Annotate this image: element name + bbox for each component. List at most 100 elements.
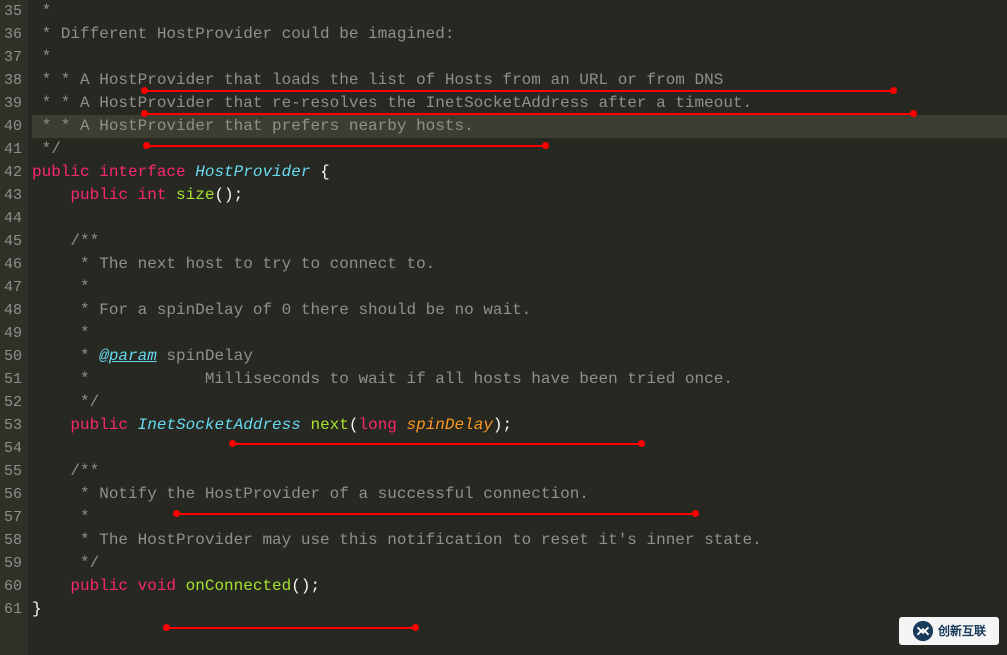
line-number: 44	[0, 207, 22, 230]
code-line[interactable]: /**	[32, 230, 1007, 253]
code-line[interactable]	[32, 207, 1007, 230]
token	[186, 163, 196, 181]
code-line[interactable]: */	[32, 138, 1007, 161]
token: interface	[99, 163, 185, 181]
line-number: 55	[0, 460, 22, 483]
code-line[interactable]: public InetSocketAddress next(long spinD…	[32, 414, 1007, 437]
line-number: 35	[0, 0, 22, 23]
code-line[interactable]: * * A HostProvider that prefers nearby h…	[32, 115, 1007, 138]
token	[32, 416, 70, 434]
annotation-underline	[166, 627, 416, 629]
token: *	[32, 2, 51, 20]
code-line[interactable]: * * A HostProvider that loads the list o…	[32, 69, 1007, 92]
token	[128, 577, 138, 595]
line-number: 45	[0, 230, 22, 253]
token: public	[70, 577, 128, 595]
code-line[interactable]: * The HostProvider may use this notifica…	[32, 529, 1007, 552]
token: }	[32, 600, 42, 618]
code-line[interactable]: * Different HostProvider could be imagin…	[32, 23, 1007, 46]
token: * Notify the HostProvider of a successfu…	[32, 485, 589, 503]
watermark-text: 创新互联	[938, 620, 986, 643]
token: spinDelay	[407, 416, 493, 434]
token: InetSocketAddress	[138, 416, 301, 434]
token: ();	[214, 186, 243, 204]
code-editor[interactable]: 3536373839404142434445464748495051525354…	[0, 0, 1007, 655]
token: * * A HostProvider that prefers nearby h…	[32, 117, 474, 135]
token: /**	[32, 462, 99, 480]
code-line[interactable]: */	[32, 552, 1007, 575]
code-line[interactable]: public void onConnected();	[32, 575, 1007, 598]
token	[176, 577, 186, 595]
token: *	[32, 324, 90, 342]
code-line[interactable]: *	[32, 276, 1007, 299]
line-number: 42	[0, 161, 22, 184]
token: public	[32, 163, 90, 181]
line-number: 43	[0, 184, 22, 207]
code-line[interactable]: public int size();	[32, 184, 1007, 207]
token	[397, 416, 407, 434]
token: *	[32, 48, 51, 66]
code-line[interactable]: *	[32, 322, 1007, 345]
code-line[interactable]: /**	[32, 460, 1007, 483]
token: * Milliseconds to wait if all hosts have…	[32, 370, 733, 388]
token: void	[138, 577, 176, 595]
annotation-underline	[176, 513, 696, 515]
line-number: 54	[0, 437, 22, 460]
token: {	[310, 163, 329, 181]
code-line[interactable]: * Notify the HostProvider of a successfu…	[32, 483, 1007, 506]
token: */	[32, 393, 99, 411]
line-number: 39	[0, 92, 22, 115]
token: public	[70, 416, 128, 434]
token: int	[138, 186, 167, 204]
code-line[interactable]: public interface HostProvider {	[32, 161, 1007, 184]
token: * Different HostProvider could be imagin…	[32, 25, 454, 43]
token	[90, 163, 100, 181]
logo-icon	[912, 620, 934, 642]
line-number: 46	[0, 253, 22, 276]
token: HostProvider	[195, 163, 310, 181]
line-number: 38	[0, 69, 22, 92]
code-line[interactable]: *	[32, 506, 1007, 529]
watermark-logo: 创新互联	[899, 617, 999, 645]
token: public	[70, 186, 128, 204]
line-number: 53	[0, 414, 22, 437]
line-number: 61	[0, 598, 22, 621]
code-line[interactable]: *	[32, 46, 1007, 69]
code-line[interactable]: }	[32, 598, 1007, 621]
line-number: 37	[0, 46, 22, 69]
line-number: 36	[0, 23, 22, 46]
token: */	[32, 554, 99, 572]
token: size	[176, 186, 214, 204]
code-area[interactable]: * * Different HostProvider could be imag…	[28, 0, 1007, 655]
token: *	[32, 278, 90, 296]
token: onConnected	[186, 577, 292, 595]
token: * The HostProvider may use this notifica…	[32, 531, 762, 549]
token: ();	[291, 577, 320, 595]
token	[128, 186, 138, 204]
annotation-underline	[146, 145, 546, 147]
line-number: 47	[0, 276, 22, 299]
code-line[interactable]: * For a spinDelay of 0 there should be n…	[32, 299, 1007, 322]
code-line[interactable]: *	[32, 0, 1007, 23]
code-line[interactable]: * @param spinDelay	[32, 345, 1007, 368]
line-number: 52	[0, 391, 22, 414]
code-line[interactable]: * The next host to try to connect to.	[32, 253, 1007, 276]
line-number: 58	[0, 529, 22, 552]
line-number: 57	[0, 506, 22, 529]
code-line[interactable]: * Milliseconds to wait if all hosts have…	[32, 368, 1007, 391]
token: * * A HostProvider that loads the list o…	[32, 71, 723, 89]
code-line[interactable]: * * A HostProvider that re-resolves the …	[32, 92, 1007, 115]
token: * The next host to try to connect to.	[32, 255, 435, 273]
code-line[interactable]: */	[32, 391, 1007, 414]
token: @param	[99, 347, 157, 365]
token	[166, 186, 176, 204]
annotation-underline	[144, 90, 894, 92]
token: );	[493, 416, 512, 434]
line-number: 50	[0, 345, 22, 368]
token: spinDelay	[157, 347, 253, 365]
token: *	[32, 347, 99, 365]
code-line[interactable]	[32, 437, 1007, 460]
token: * * A HostProvider that re-resolves the …	[32, 94, 752, 112]
token: *	[32, 508, 90, 526]
line-number: 49	[0, 322, 22, 345]
